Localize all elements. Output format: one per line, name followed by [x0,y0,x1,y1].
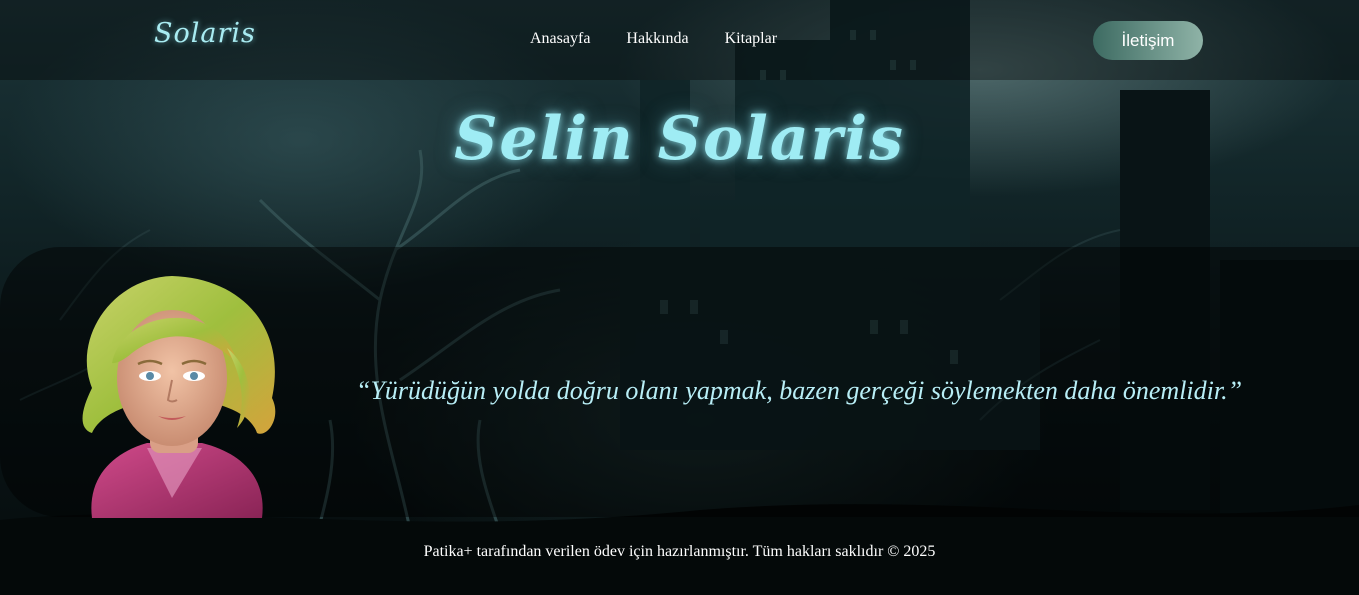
page: Solaris Anasayfa Hakkında Kitaplar İleti… [0,0,1359,595]
hero-title: Selin Solaris [454,104,905,174]
character-portrait-icon [82,276,276,518]
navbar: Solaris Anasayfa Hakkında Kitaplar İleti… [0,0,1359,80]
nav-link-hakkinda[interactable]: Hakkında [626,30,688,48]
footer-text: Patika+ tarafından verilen ödev için haz… [423,543,936,560]
logo[interactable]: Solaris [154,18,256,49]
nav-links: Anasayfa Hakkında Kitaplar [530,30,777,48]
hero-quote: “Yürüdüğün yolda doğru olanı yapmak, baz… [356,376,1243,405]
nav-link-kitaplar[interactable]: Kitaplar [725,30,777,48]
nav-link-anasayfa[interactable]: Anasayfa [530,30,590,48]
contact-button[interactable]: İletişim [1093,21,1203,60]
